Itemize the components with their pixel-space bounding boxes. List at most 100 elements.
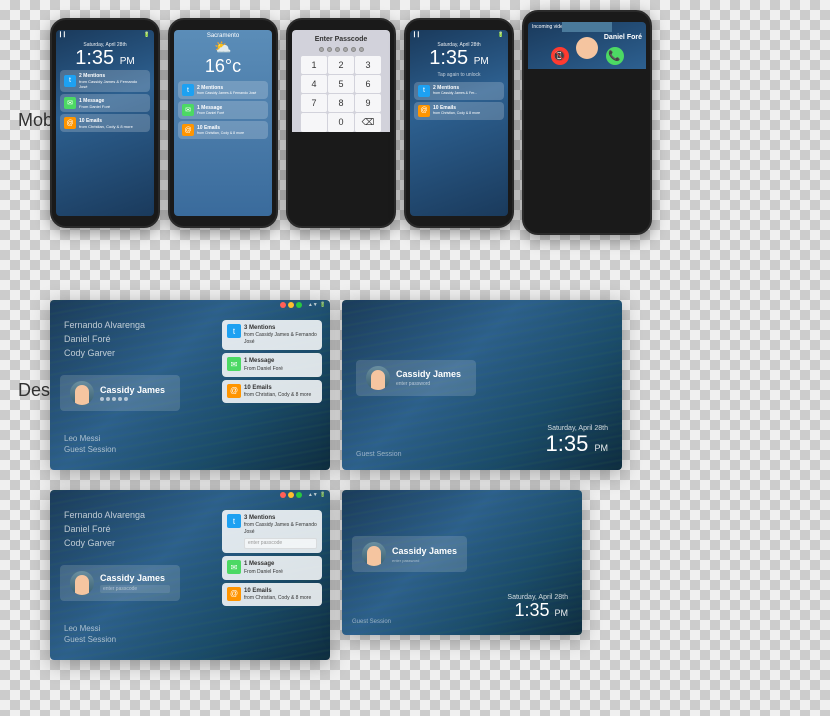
desktop-bg-4: Cassidy James enter password Guest Sessi… (342, 490, 582, 635)
footer-user-3-1: Leo Messi (64, 624, 116, 633)
dnotif-twitter-icon-3: t (227, 514, 241, 528)
dot-3 (335, 47, 340, 52)
notif-body-message-1: From Daniel Foré (79, 104, 110, 109)
desktop-user-3-1: Fernando Alvarenga (64, 510, 145, 520)
desktop-screen-4: Cassidy James enter password Guest Sessi… (342, 490, 582, 635)
login-dots-1 (100, 397, 170, 401)
key-delete[interactable]: ⌫ (355, 113, 381, 132)
desktop-screen-1: ▲▼ 🔋 Fernando Alvarenga Daniel Foré Cody… (50, 300, 330, 470)
lock-day-1: Saturday, April 28th (56, 42, 154, 48)
notif-email-1: @ 10 Emails from Christian, Cody & 8 mor… (60, 114, 150, 132)
battery-icon: 🔋 (144, 32, 150, 38)
avatar-inner-1 (70, 381, 94, 405)
desktop-user-list-1: Fernando Alvarenga Daniel Foré Cody Garv… (64, 320, 145, 358)
lock-time-display-1: 1:35 PM (56, 48, 154, 68)
desktop-screen-3: ▲▼ 🔋 Fernando Alvarenga Daniel Foré Cody… (50, 490, 330, 660)
login-dot-1 (100, 397, 104, 401)
desktop-user-1: Fernando Alvarenga (64, 320, 145, 330)
wifi-icon: ▲▼ (308, 302, 318, 308)
enter-passcode-field[interactable]: enter passcode (100, 585, 170, 593)
footer-user-3-2: Guest Session (64, 635, 116, 644)
dnotif-text-email-3: 10 Emails from Christian, Cody & 8 more (244, 587, 311, 602)
desktop-user-3-2: Daniel Foré (64, 524, 145, 534)
desktop-screens-bottom: ▲▼ 🔋 Fernando Alvarenga Daniel Foré Cody… (50, 490, 582, 660)
key-7[interactable]: 7 (301, 94, 327, 112)
desktop-user-3-3: Cody Garver (64, 538, 145, 548)
weather-twitter-icon: t (182, 84, 194, 96)
user-avatar-4 (362, 542, 386, 566)
phone-1-screen: ▎▎ 🔋 Saturday, April 28th 1:35 PM t 2 Me… (56, 30, 154, 216)
weather-notif-msg: ✉ 1 Message From Daniel Foré (178, 101, 268, 119)
phone-3: Enter Passcode 1 2 3 4 5 6 7 (286, 18, 396, 228)
tap-unlock: Tap again to unlock (410, 72, 508, 78)
message-icon-1: ✉ (64, 97, 76, 109)
lockscreen-bg-1: ▎▎ 🔋 Saturday, April 28th 1:35 PM t 2 Me… (56, 30, 154, 216)
maximize-dot (296, 302, 302, 308)
weather-email-icon: @ (182, 124, 194, 136)
login-info-4: Cassidy James enter password (392, 546, 457, 563)
login-dot-5 (124, 397, 128, 401)
desktop-bg-2: Cassidy James enter password Guest Sessi… (342, 300, 622, 470)
login-info-2: Cassidy James enter password (396, 369, 466, 387)
key-4[interactable]: 4 (301, 75, 327, 93)
phone-4-screen: ▎▎ 🔋 Saturday, April 28th 1:35 PM Tap ag… (410, 30, 508, 216)
desktop-notif-email-3: @ 10 Emails from Christian, Cody & 8 mor… (222, 583, 322, 606)
login-dot-4 (118, 397, 122, 401)
key-1[interactable]: 1 (301, 56, 327, 74)
notif-text-message-1: 1 Message From Daniel Foré (79, 98, 110, 110)
lock-time-display-2: 1:35 PM (410, 48, 508, 68)
notif-message-1: ✉ 1 Message From Daniel Foré (60, 94, 150, 112)
avatar-person-3 (75, 575, 89, 595)
desktop-topbar-1: ▲▼ 🔋 (280, 302, 326, 308)
battery-desktop-icon: 🔋 (320, 302, 326, 308)
decline-button[interactable]: 📵 (551, 47, 569, 65)
close-dot-3 (280, 492, 286, 498)
weather-msg-icon: ✉ (182, 104, 194, 116)
phone-3-screen: Enter Passcode 1 2 3 4 5 6 7 (292, 30, 390, 216)
key-8[interactable]: 8 (328, 94, 354, 112)
dnotif-email-icon-3: @ (227, 587, 241, 601)
dnotif-text-twitter-3: 3 Mentions from Cassidy James & Fernando… (244, 514, 317, 549)
phone-2: Sacramento ⛅ 16°c t 2 Mentions from Cass… (168, 18, 278, 228)
avatar-person-4 (367, 546, 381, 566)
desktop-notifications-1: t 3 Mentions from Cassidy James & Fernan… (222, 320, 322, 406)
notif-twitter-1: t 2 Mentions from Cassidy James & Fernan… (60, 70, 150, 93)
passcode-title: Enter Passcode (315, 36, 368, 43)
battery-icon-2: 🔋 (498, 32, 504, 38)
weather-cloud-icon: ⛅ (174, 39, 272, 56)
phones-row: ▎▎ 🔋 Saturday, April 28th 1:35 PM t 2 Me… (50, 10, 652, 235)
dnotif-input-1[interactable]: enter passcode (244, 538, 317, 549)
login-dot-3 (112, 397, 116, 401)
key-0[interactable]: 0 (328, 113, 354, 132)
dnotif-msg-icon-1: ✉ (227, 357, 241, 371)
passcode-bg: Enter Passcode 1 2 3 4 5 6 7 (292, 30, 390, 132)
ls2-email-icon: @ (418, 105, 430, 117)
key-5[interactable]: 5 (328, 75, 354, 93)
key-6[interactable]: 6 (355, 75, 381, 93)
desktop-notif-twitter-1: t 3 Mentions from Cassidy James & Fernan… (222, 320, 322, 350)
minimize-dot (288, 302, 294, 308)
accept-button[interactable]: 📞 (606, 47, 624, 65)
maximize-dot-3 (296, 492, 302, 498)
login-dot-2 (106, 397, 110, 401)
key-9[interactable]: 9 (355, 94, 381, 112)
login-info-3: Cassidy James enter passcode (100, 573, 170, 593)
desktop-user-2: Daniel Foré (64, 334, 145, 344)
dnotif-msg-icon-3: ✉ (227, 560, 241, 574)
lock-time-2: Saturday, April 28th 1:35 PM (410, 40, 508, 68)
lock-day-2: Saturday, April 28th (410, 42, 508, 48)
key-2[interactable]: 2 (328, 56, 354, 74)
enter-password-label-4: enter password (392, 558, 457, 563)
avatar-person-2 (371, 370, 385, 390)
enter-password-label: enter password (396, 381, 466, 387)
notif-text-twitter-1: 2 Mentions from Cassidy James & Fernando… (79, 73, 146, 90)
battery-desktop-icon-3: 🔋 (320, 492, 326, 498)
dot-5 (351, 47, 356, 52)
dot-2 (327, 47, 332, 52)
weather-notif-text: 2 Mentions from Cassidy James & Fernando… (197, 85, 256, 96)
login-name-2: Cassidy James (396, 369, 466, 379)
key-3[interactable]: 3 (355, 56, 381, 74)
desktop-login-card-4: Cassidy James enter password (352, 536, 467, 572)
dot-1 (319, 47, 324, 52)
login-info-1: Cassidy James (100, 385, 170, 401)
